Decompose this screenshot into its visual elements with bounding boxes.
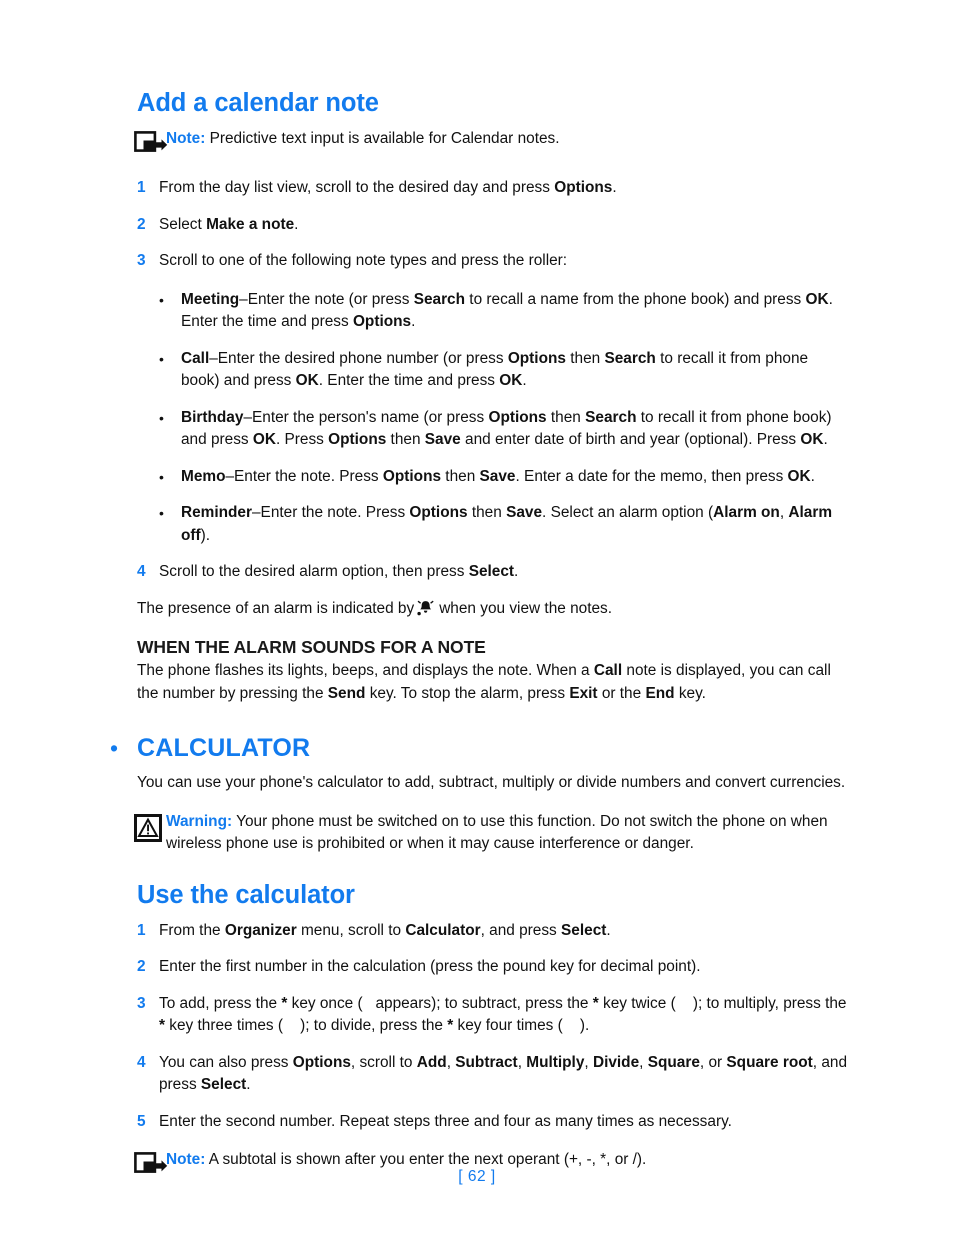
alarm-sounds-body: The phone flashes its lights, beeps, and… [137,662,831,702]
list-item: 3 To add, press the * key once ( appears… [137,993,848,1038]
step-text: You can also press Options, scroll to Ad… [159,1053,848,1094]
bullet-text: Reminder–Enter the note. Press Options t… [181,504,833,544]
alarm-presence-after: when you view the notes. [439,599,613,617]
list-item: 5 Enter the second number. Repeat steps … [137,1111,848,1134]
note-label: Note: [166,1151,206,1168]
page-number: [ 62 ] [458,1168,496,1185]
step-text: Scroll to one of the following note type… [159,252,568,269]
list-item: 1 From the day list view, scroll to the … [137,177,848,200]
subsection-title-use-calculator: Use the calculator [137,880,355,909]
list-item: • Reminder–Enter the note. Press Options… [159,502,848,547]
note-label: Note: [166,130,206,147]
step-text: Select Make a note. [159,215,299,233]
subsection-heading-alarm-sounds: WHEN THE ALARM SOUNDS FOR A NOTE [137,637,486,657]
bullet-icon: • [159,350,164,367]
warning-text: Your phone must be switched on to use th… [166,812,828,853]
list-item: 4 You can also press Options, scroll to … [137,1052,848,1097]
list-item: 2 Select Make a note. [137,214,848,237]
list-item: • Memo–Enter the note. Press Options the… [159,466,848,489]
step-text: From the day list view, scroll to the de… [159,179,617,196]
step-text: Enter the second number. Repeat steps th… [159,1112,732,1130]
note-callout-calendar: Note: Predictive text input is available… [108,128,848,157]
note-callout-text: Note: Predictive text input is available… [166,128,848,151]
step-number: 5 [137,1112,146,1130]
step-text: Enter the first number in the calculatio… [159,958,701,975]
note-arrow-icon [108,128,168,157]
step-number: 4 [137,1053,146,1071]
list-item: 3 Scroll to one of the following note ty… [137,250,848,273]
calculator-heading-row: • CALCULATOR [108,733,848,764]
alarm-bell-icon [417,600,434,616]
bullet-icon: • [159,291,164,308]
step-number: 3 [137,994,146,1012]
bullet-text: Call–Enter the desired phone number (or … [181,349,809,390]
list-item: • Call–Enter the desired phone number (o… [159,348,848,393]
step-number: 2 [137,958,146,975]
step-number: 4 [137,563,146,580]
page-content: Add a calendar note Note: Predictive tex… [108,88,848,1178]
bullet-text: Birthday–Enter the person's name (or pre… [181,408,832,449]
list-item: • Birthday–Enter the person's name (or p… [159,407,848,452]
step-number: 1 [137,921,146,939]
step-number: 2 [137,215,146,233]
alarm-presence-before: The presence of an alarm is indicated by [137,599,415,617]
note-types-list: • Meeting–Enter the note (or press Searc… [159,289,848,548]
warning-callout: Warning: Your phone must be switched on … [108,811,848,856]
step-text: From the Organizer menu, scroll to Calcu… [159,921,611,939]
alarm-presence-text: The presence of an alarm is indicated by… [137,598,848,621]
note-text: Predictive text input is available for C… [205,130,560,147]
list-item: 1 From the Organizer menu, scroll to Cal… [137,920,848,943]
list-item: • Meeting–Enter the note (or press Searc… [159,289,848,334]
step-number: 1 [137,179,146,196]
document-page: Add a calendar note Note: Predictive tex… [0,0,954,1248]
bullet-text: Memo–Enter the note. Press Options then … [181,467,815,485]
bullet-icon: • [159,505,164,521]
section-title-calculator: CALCULATOR [137,734,311,762]
calendar-steps-list: 1 From the day list view, scroll to the … [108,177,848,273]
list-item: 2 Enter the first number in the calculat… [137,956,848,979]
note-text: A subtotal is shown after you enter the … [205,1151,647,1168]
bullet-icon: • [159,468,164,485]
section-bullet-icon: • [110,735,119,761]
page-title: Add a calendar note [137,89,379,117]
calculator-steps-list: 1 From the Organizer menu, scroll to Cal… [108,920,848,1134]
warning-callout-text: Warning: Your phone must be switched on … [166,811,848,856]
bullet-icon: • [159,409,164,426]
step-text: To add, press the * key once ( appears);… [159,994,847,1035]
calculator-intro-text: You can use your phone's calculator to a… [137,774,846,791]
step-number: 3 [137,252,146,269]
warning-label: Warning: [166,812,233,830]
list-item: 4 Scroll to the desired alarm option, th… [137,561,848,584]
warning-triangle-icon [108,811,166,842]
bullet-text: Meeting–Enter the note (or press Search … [181,290,833,331]
step-text: Scroll to the desired alarm option, then… [159,563,519,580]
